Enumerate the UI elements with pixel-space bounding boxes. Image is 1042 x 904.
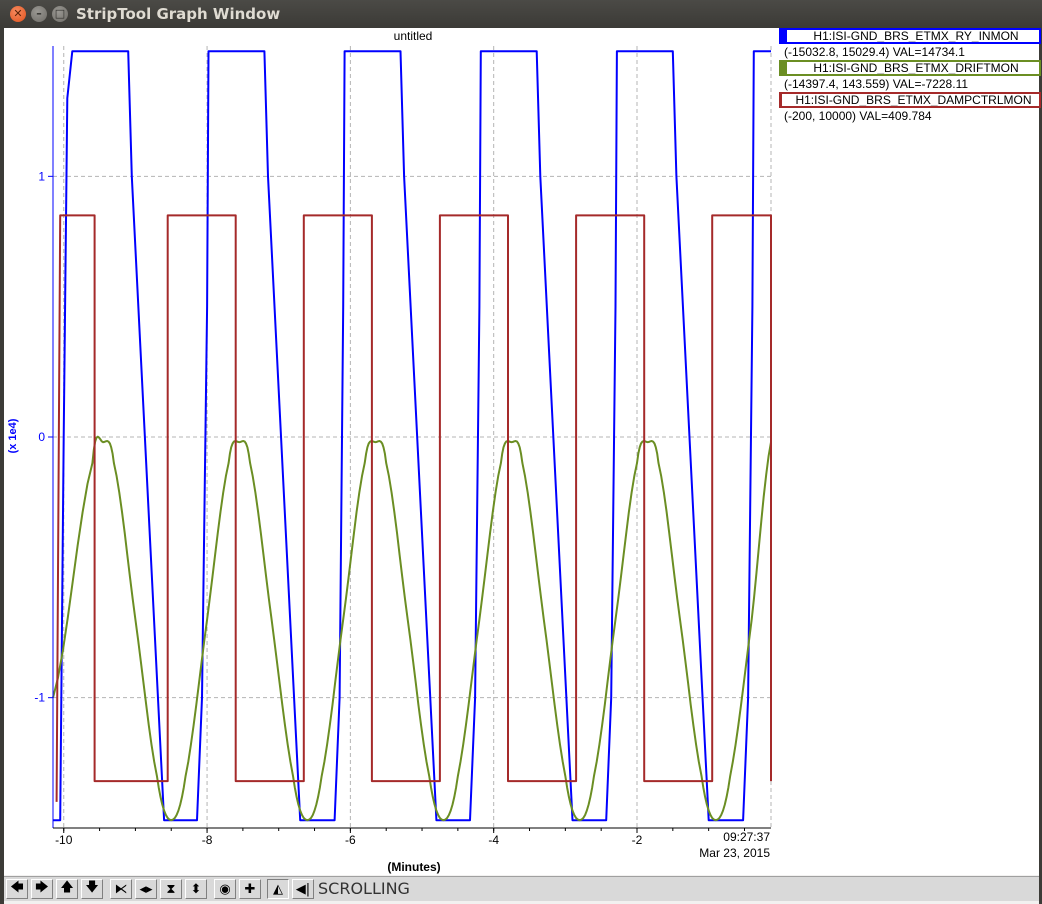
add-icon: ✚ — [244, 881, 256, 897]
x-tick-label: -2 — [632, 833, 643, 847]
legend-range: (-14397.4, 143.559) VAL=-7228.11 — [784, 77, 969, 91]
scroll-mode-button[interactable]: ◀| — [292, 879, 314, 899]
grid-lines — [53, 46, 772, 828]
window-close-button[interactable]: ✕ — [10, 6, 26, 22]
y-tick-label: -1 — [34, 691, 45, 705]
legend-name-box[interactable]: H1:ISI-GND_BRS_ETMX_DRIFTMON — [779, 60, 1041, 76]
x-tick-label: -6 — [345, 833, 356, 847]
zoom-in-vertical-icon: ⧗ — [166, 881, 176, 897]
zoom-in-horizontal-button[interactable]: ⧔ — [110, 879, 132, 899]
legend-name: H1:ISI-GND_BRS_ETMX_DAMPCTRLMON — [795, 93, 1032, 107]
right-arrow-button[interactable]: 🡆 — [31, 879, 53, 899]
zoom-in-vertical-button[interactable]: ⧗ — [160, 879, 182, 899]
zoom-out-vertical-icon: ⬍ — [190, 881, 202, 897]
window-titlebar: ✕ – □ StripTool Graph Window — [0, 0, 1042, 28]
legend-name: H1:ISI-GND_BRS_ETMX_RY_INMON — [813, 29, 1019, 43]
left-arrow-icon: 🡄 — [10, 880, 24, 895]
down-arrow-icon: 🡇 — [85, 880, 99, 895]
zoom-in-horizontal-icon: ⧔ — [114, 881, 128, 897]
up-arrow-icon: 🡅 — [60, 880, 74, 895]
legend-item-driftmon[interactable]: H1:ISI-GND_BRS_ETMX_DRIFTMON (-14397.4, … — [779, 60, 1041, 92]
series-traces — [52, 50, 772, 822]
scroll-status: SCROLLING — [318, 879, 410, 898]
reset-icon: ◉ — [219, 881, 231, 897]
window-minimize-button[interactable]: – — [31, 6, 47, 22]
y-tick-label: 1 — [38, 169, 45, 183]
auto-scale-button[interactable]: ◭ — [267, 879, 289, 899]
x-tick-label: -8 — [202, 833, 213, 847]
legend-range: (-200, 10000) VAL=409.784 — [784, 109, 932, 123]
chart-title: untitled — [394, 29, 433, 43]
series-line-2 — [55, 214, 772, 802]
auto-scale-icon: ◭ — [273, 881, 283, 897]
y-tick-label: 0 — [38, 430, 45, 444]
current-date-label: Mar 23, 2015 — [699, 846, 770, 860]
graph-toolbar: SCROLLING 🡄 🡆 🡅 🡇 ⧔ ◂▸ ⧗ ⬍ ◉ ✚ ◭ ◀| — [4, 876, 1039, 901]
down-arrow-button[interactable]: 🡇 — [81, 879, 103, 899]
right-arrow-icon: 🡆 — [35, 880, 49, 895]
x-axis-label: (Minutes) — [387, 860, 440, 874]
zoom-out-horizontal-button[interactable]: ◂▸ — [135, 879, 157, 899]
window-maximize-button[interactable]: □ — [52, 6, 68, 22]
legend-item-ry-inmon[interactable]: H1:ISI-GND_BRS_ETMX_RY_INMON (-15032.8, … — [779, 28, 1041, 60]
y-axis-multiplier: (x 1e4) — [7, 418, 19, 453]
legend-name-box[interactable]: H1:ISI-GND_BRS_ETMX_RY_INMON — [779, 28, 1041, 44]
x-tick-label: -4 — [488, 833, 499, 847]
axis-ticks: 1 0 -1 -10 -8 -6 -4 -2 — [34, 169, 745, 847]
legend-name: H1:ISI-GND_BRS_ETMX_DRIFTMON — [813, 61, 1019, 75]
reset-button[interactable]: ◉ — [214, 879, 236, 899]
left-arrow-button[interactable]: 🡄 — [6, 879, 28, 899]
x-tick-label: -10 — [55, 833, 73, 847]
legend-range: (-15032.8, 15029.4) VAL=14734.1 — [784, 45, 965, 59]
window-title: StripTool Graph Window — [76, 5, 281, 23]
zoom-out-horizontal-icon: ◂▸ — [139, 881, 153, 897]
graph-canvas[interactable]: 1 0 -1 -10 -8 -6 -4 -2 untitled (x 1e4) (Minute… — [4, 28, 1041, 875]
scroll-mode-icon: ◀| — [295, 881, 311, 897]
legend-item-dampctrlmon[interactable]: H1:ISI-GND_BRS_ETMX_DAMPCTRLMON (-200, 1… — [779, 92, 1041, 124]
legend-name-box[interactable]: H1:ISI-GND_BRS_ETMX_DAMPCTRLMON — [779, 92, 1041, 108]
add-button[interactable]: ✚ — [239, 879, 261, 899]
up-arrow-button[interactable]: 🡅 — [56, 879, 78, 899]
strip-chart[interactable]: 1 0 -1 -10 -8 -6 -4 -2 untitled (x 1e4) (Minute… — [4, 28, 1039, 875]
current-time-label: 09:27:37 — [723, 830, 770, 844]
zoom-out-vertical-button[interactable]: ⬍ — [185, 879, 207, 899]
series-line-0 — [53, 50, 771, 822]
